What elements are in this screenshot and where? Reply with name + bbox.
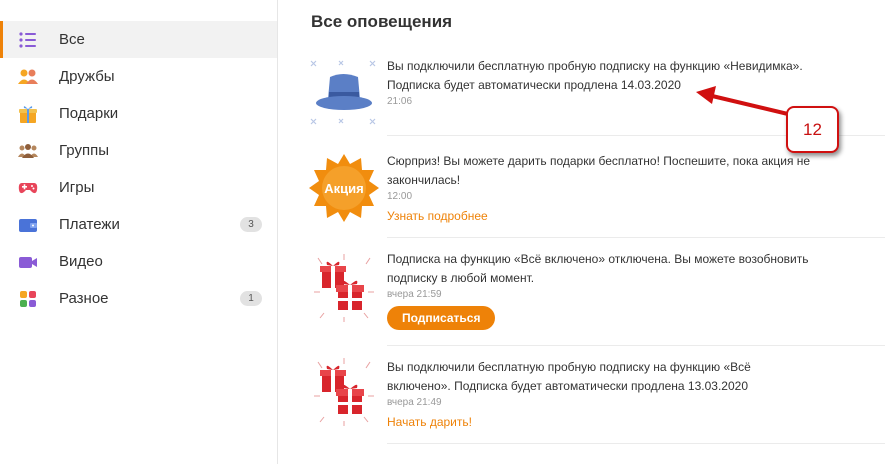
notification-time: вчера 21:49 bbox=[387, 397, 442, 408]
sidebar-item-gifts[interactable]: Подарки bbox=[0, 95, 277, 132]
annotation-label: 12 bbox=[786, 106, 839, 153]
gift-icon bbox=[19, 106, 37, 123]
notification-text: Вы подключили бесплатную пробную подписк… bbox=[387, 360, 751, 393]
sidebar-item-games[interactable]: Игры bbox=[0, 169, 277, 206]
divider bbox=[387, 345, 885, 346]
misc-icon bbox=[20, 291, 36, 307]
sidebar-item-groups[interactable]: Группы bbox=[0, 132, 277, 169]
sidebar-item-label: Разное bbox=[59, 290, 109, 307]
groups-icon bbox=[18, 144, 38, 158]
sidebar-item-payments[interactable]: Платежи 3 bbox=[0, 206, 277, 243]
divider bbox=[387, 237, 885, 238]
sidebar-item-label: Видео bbox=[59, 253, 103, 270]
divider bbox=[387, 443, 885, 444]
count-badge: 1 bbox=[240, 291, 262, 306]
friends-icon bbox=[18, 69, 38, 84]
learn-more-link[interactable]: Узнать подробнее bbox=[387, 209, 817, 223]
sidebar-item-label: Подарки bbox=[59, 105, 119, 122]
list-icon bbox=[19, 32, 36, 48]
gifts-icon bbox=[314, 358, 374, 426]
notification-text: Сюрприз! Вы можете дарить подарки беспла… bbox=[387, 154, 811, 187]
sidebar-item-label: Дружбы bbox=[59, 68, 115, 85]
gifts-icon bbox=[314, 254, 374, 322]
sidebar-item-label: Все bbox=[59, 31, 85, 48]
sidebar-item-misc[interactable]: Разное 1 bbox=[0, 280, 277, 317]
sidebar-item-video[interactable]: Видео bbox=[0, 243, 277, 280]
sidebar-item-friendships[interactable]: Дружбы bbox=[0, 58, 277, 95]
gamepad-icon bbox=[18, 183, 38, 194]
sidebar-item-label: Группы bbox=[59, 142, 109, 159]
notifications-panel: Все оповещения Вы подключили бесплатную … bbox=[278, 0, 885, 464]
hat-icon bbox=[310, 60, 376, 125]
notification-text: Подписка на функцию «Всё включено» отклю… bbox=[387, 252, 809, 285]
promo-badge-icon: Акция bbox=[309, 154, 379, 222]
notification-time: 12:00 bbox=[387, 191, 413, 202]
notification-time: вчера 21:59 bbox=[387, 289, 442, 300]
sidebar-item-label: Платежи bbox=[59, 216, 120, 233]
sidebar-item-all[interactable]: Все bbox=[0, 21, 277, 58]
sidebar: Все Дружбы Подарки Группы Игры Платежи 3… bbox=[0, 0, 278, 464]
video-camera-icon bbox=[19, 257, 37, 268]
promo-badge-text: Акция bbox=[324, 181, 363, 196]
count-badge: 3 bbox=[240, 217, 262, 232]
start-gifting-link[interactable]: Начать дарить! bbox=[387, 415, 817, 429]
notification-item: Акция Сюрприз! Вы можете дарить подарки … bbox=[308, 152, 885, 232]
page-title: Все оповещения bbox=[311, 12, 453, 31]
sidebar-item-label: Игры bbox=[59, 179, 95, 196]
subscribe-button[interactable]: Подписаться bbox=[387, 306, 496, 330]
wallet-icon bbox=[19, 219, 37, 232]
notification-item: Вы подключили бесплатную пробную подписк… bbox=[308, 358, 885, 436]
notification-item: Подписка на функцию «Всё включено» отклю… bbox=[308, 250, 885, 338]
